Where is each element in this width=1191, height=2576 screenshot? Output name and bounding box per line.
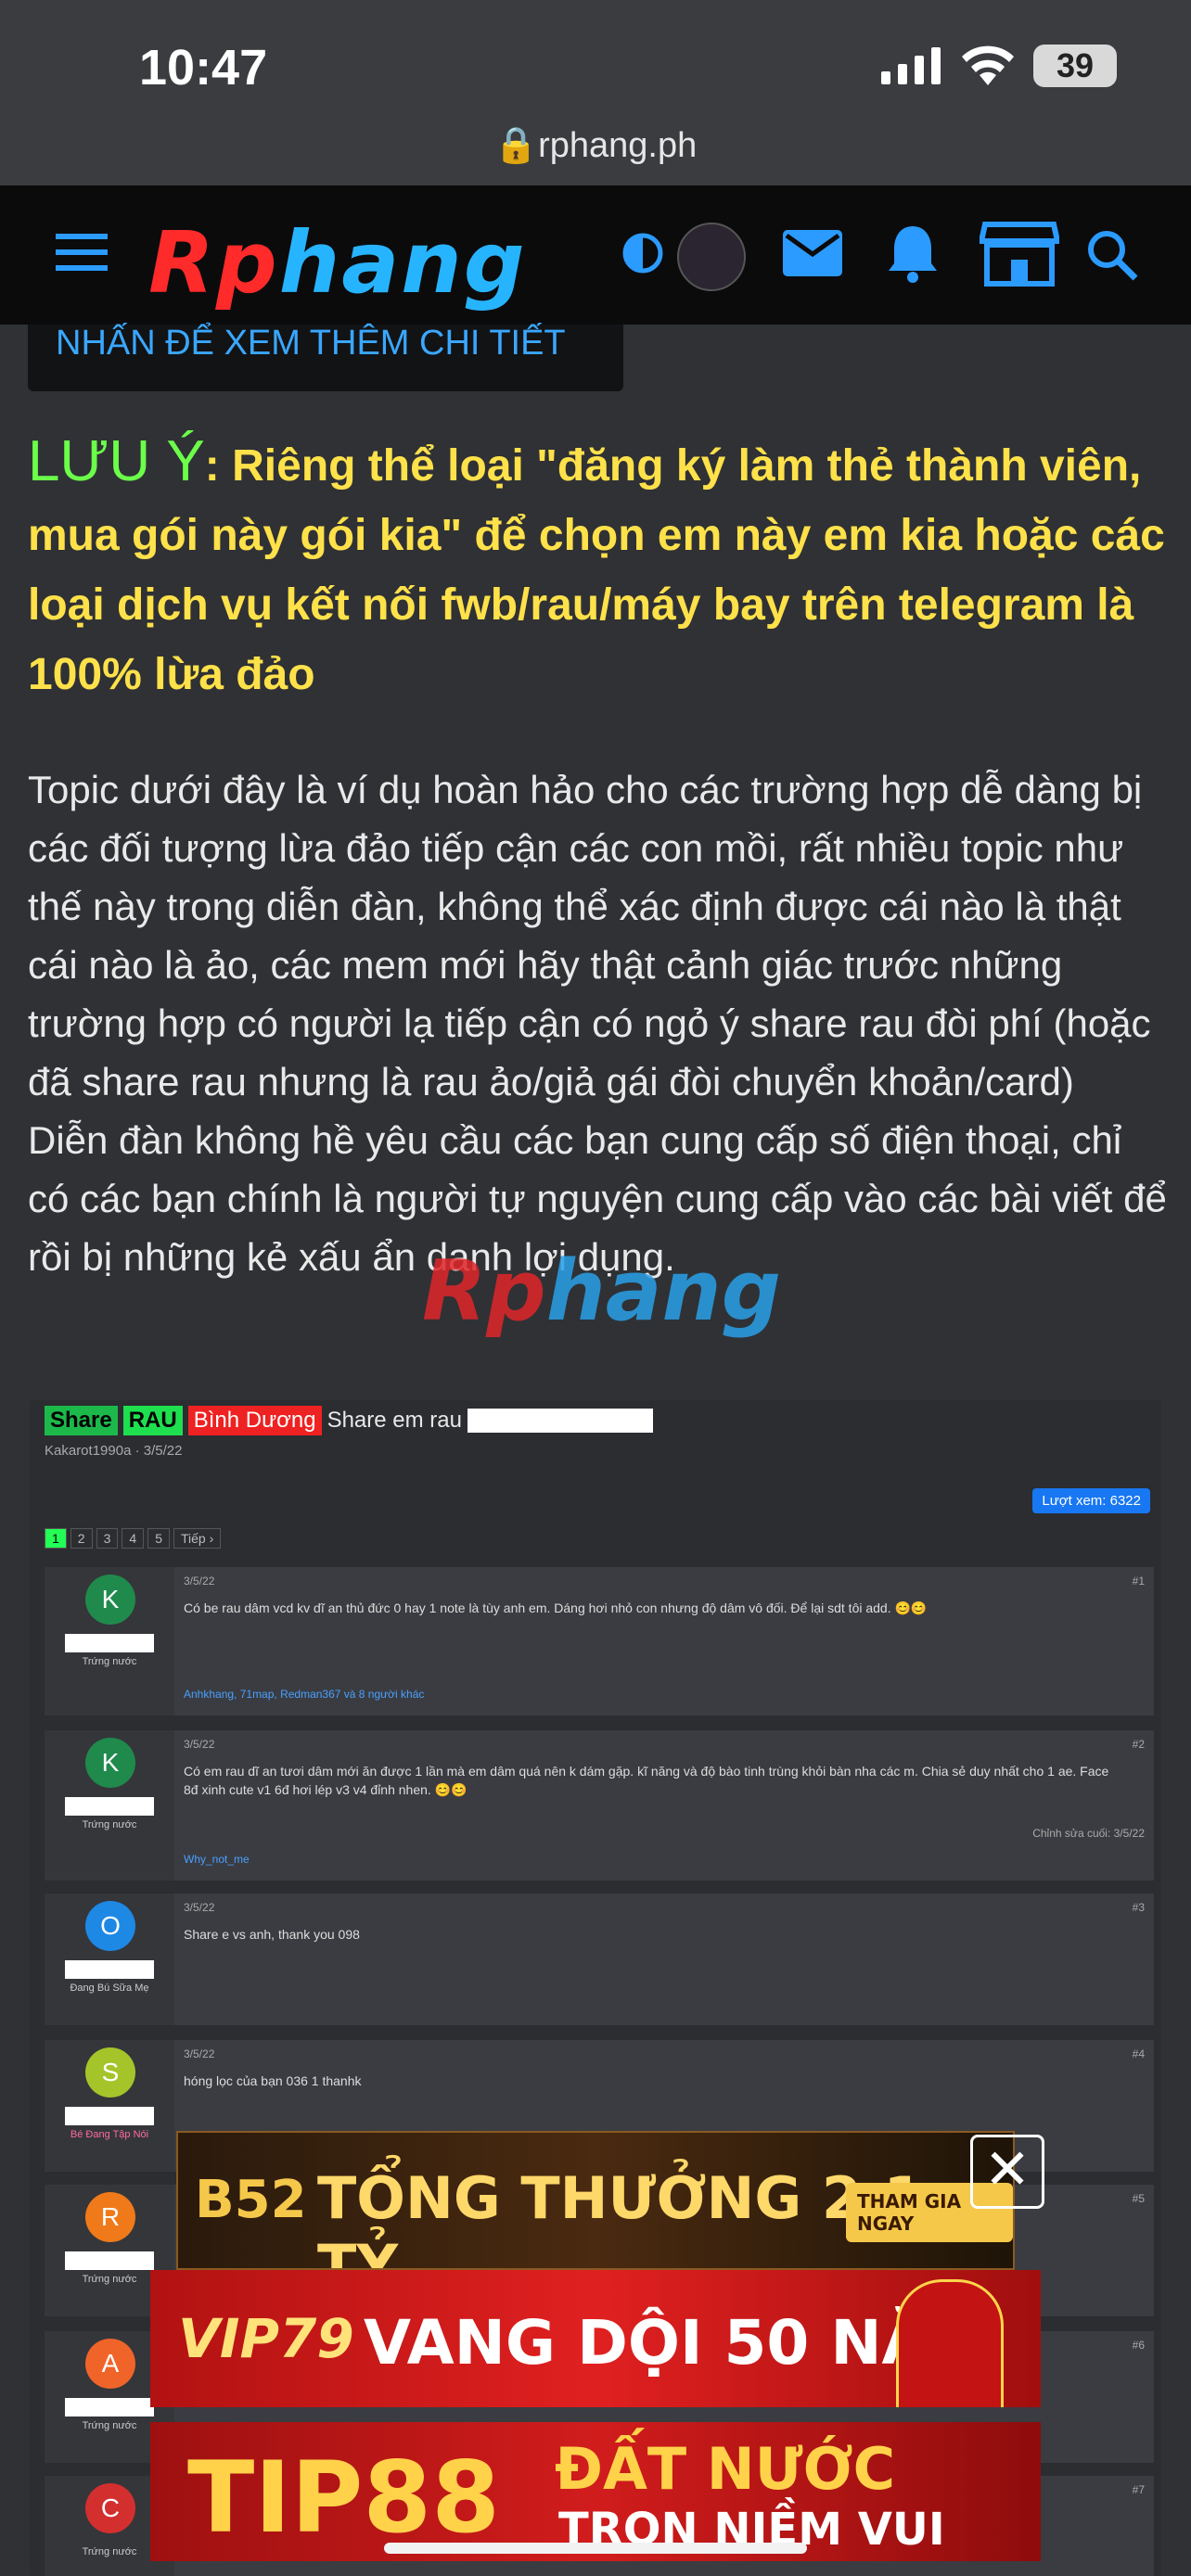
page-link: 3 (96, 1528, 119, 1549)
page-link: 5 (147, 1528, 170, 1549)
avatar: K (85, 1575, 135, 1625)
page-link: 2 (70, 1528, 93, 1549)
lock-icon: 🔒 (493, 126, 539, 165)
post-text: Có be rau dâm vcd kv dĩ an thủ đức 0 hay… (184, 1600, 928, 1615)
url-text: rphang.ph (538, 126, 698, 165)
forum-post: K Trứng nước 3/5/22 #2 Có em rau dĩ an t… (45, 1730, 1154, 1881)
post-number: #4 (1132, 2047, 1145, 2060)
user-rank: Trứng nước (82, 1656, 137, 1667)
status-icons: 39 (881, 45, 1117, 87)
redacted-username (65, 2107, 154, 2125)
redacted-username (65, 2398, 154, 2417)
ad-headline: ĐẤT NƯỚC (555, 2435, 896, 2503)
battery-icon: 39 (1033, 45, 1117, 87)
post-number: #3 (1132, 1901, 1145, 1914)
post-number: #2 (1132, 1738, 1145, 1751)
post-author: S Bé Đang Tập Nói (45, 2040, 174, 2172)
signal-icon (881, 47, 941, 84)
forum-post: K Trứng nước 3/5/22 #1 Có be rau dâm vcd… (45, 1567, 1154, 1715)
avatar: O (85, 1901, 135, 1951)
see-more-button[interactable]: NHẤN ĐỂ XEM THÊM CHI TIẾT (28, 325, 623, 391)
post-reactions: Anhkhang, 71map, Redman367 và 8 người kh… (184, 1688, 425, 1701)
ad-brand: VIP79 (178, 2307, 354, 2370)
article-body: Topic dưới đây là ví dụ hoàn hảo cho các… (28, 760, 1169, 1286)
avatar: A (85, 2339, 135, 2389)
post-author: K Trứng nước (45, 1730, 174, 1881)
avatar: K (85, 1738, 135, 1788)
forum-post: O Đang Bú Sữa Mẹ 3/5/22 #3 Share e vs an… (45, 1894, 1154, 2025)
paragraph: Topic dưới đây là ví dụ hoàn hảo cho các… (28, 768, 1151, 1103)
post-number: #1 (1132, 1575, 1145, 1588)
ad-brand: B52 (195, 2170, 307, 2230)
post-text: Share e vs anh, thank you 098 (184, 1927, 360, 1942)
post-date: 3/5/22 (184, 2047, 215, 2060)
warning-notice: LƯU Ý: Riêng thể loại "đăng ký làm thẻ t… (28, 427, 1169, 709)
prefix-tag: Share (45, 1406, 118, 1435)
ad-banner[interactable]: VIP79 VANG DỘI 50 NĂM (150, 2270, 1041, 2407)
notice-label: LƯU Ý (28, 429, 205, 493)
post-author: O Đang Bú Sữa Mẹ (45, 1894, 174, 2025)
user-rank: Đang Bú Sữa Mẹ (70, 1983, 149, 1994)
close-ad-button[interactable]: ✕ (970, 2135, 1044, 2209)
site-navbar: Rphang (0, 185, 1191, 325)
page-link: Tiếp › (173, 1528, 222, 1549)
user-rank: Bé Đang Tập Nói (70, 2129, 149, 2140)
ad-banner[interactable]: TIP88 ĐẤT NƯỚC TRỌN NIỀM VUI (150, 2422, 1041, 2561)
wifi-icon (962, 45, 1014, 85)
post-reactions: Why_not_me (184, 1853, 250, 1866)
post-number: #7 (1132, 2483, 1145, 2496)
avatar: C (85, 2483, 135, 2533)
user-rank: Trứng nước (82, 1819, 137, 1830)
view-count-badge: Lượt xem: 6322 (1032, 1488, 1150, 1513)
prefix-tag: RAU (122, 1406, 183, 1435)
page-link: 4 (122, 1528, 145, 1549)
player-figure (896, 2279, 1004, 2407)
thread-title: Share RAU Bình Dương Share em rau (45, 1406, 653, 1435)
post-text: hóng lọc của bạn 036 1 thanhk (184, 2073, 362, 2088)
site-logo[interactable]: Rphang (148, 213, 527, 312)
notification-bell-icon[interactable] (887, 223, 939, 284)
post-number: #5 (1132, 2192, 1145, 2205)
hamburger-menu-icon[interactable] (56, 232, 108, 273)
home-indicator[interactable] (384, 2543, 807, 2554)
prefix-tag: Bình Dương (187, 1406, 322, 1435)
watermark-logo: Rphang (422, 1243, 782, 1340)
redacted-username (65, 2251, 154, 2270)
post-date: 3/5/22 (184, 1738, 215, 1751)
post-author: K Trứng nước (45, 1567, 174, 1715)
thread-title-text: Share em rau (327, 1408, 462, 1433)
mail-icon[interactable] (783, 230, 842, 276)
avatar: S (85, 2047, 135, 2098)
address-bar[interactable]: 🔒rphang.ph (0, 125, 1191, 166)
post-text: Có em rau dĩ an tươi dâm mới ăn được 1 l… (184, 1764, 1109, 1797)
ad-brand: TIP88 (187, 2441, 500, 2555)
post-date: 3/5/22 (184, 1575, 215, 1588)
post-number: #6 (1132, 2339, 1145, 2352)
edited-note: Chỉnh sửa cuối: 3/5/22 (1032, 1827, 1145, 1840)
user-avatar[interactable] (677, 223, 746, 291)
redaction-box (467, 1409, 653, 1433)
clock: 10:47 (139, 40, 268, 96)
store-icon[interactable] (980, 221, 1059, 287)
ad-banner[interactable]: B52 TỔNG THƯỞNG 2,1 TỶ THAM GIA NGAY (176, 2131, 1015, 2270)
pagination: 1 2 3 4 5 Tiếp › (45, 1528, 222, 1549)
redacted-username (65, 1960, 154, 1979)
thread-meta: Kakarot1990a · 3/5/22 (45, 1443, 183, 1459)
redacted-username (65, 1797, 154, 1816)
search-icon[interactable] (1085, 228, 1139, 282)
status-bar: 10:47 39 🔒rphang.ph (0, 0, 1191, 185)
theme-toggle-icon[interactable] (621, 232, 664, 274)
avatar: R (85, 2192, 135, 2242)
redacted-username (65, 1634, 154, 1652)
post-date: 3/5/22 (184, 1901, 215, 1914)
page-link: 1 (45, 1528, 67, 1549)
